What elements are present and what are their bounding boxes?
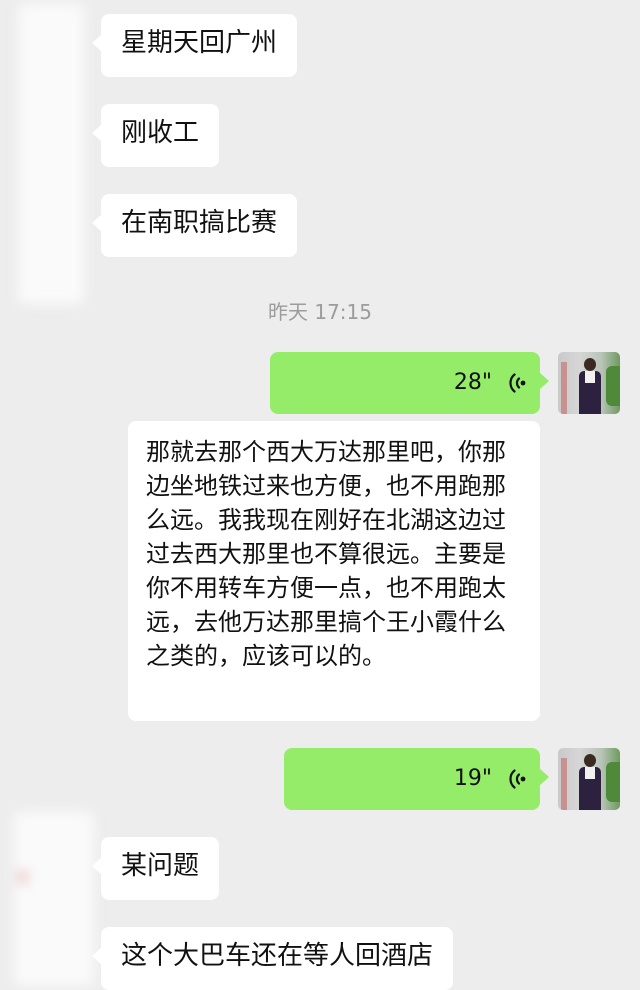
received-message-3[interactable]: 在南职搞比赛 <box>91 194 298 257</box>
avatar-person-shirt <box>585 767 595 779</box>
voice-wave-icon <box>509 373 526 393</box>
chat-timestamp: 昨天 17:15 <box>268 300 372 324</box>
avatar-background <box>561 362 567 414</box>
contact-avatar-bottom[interactable] <box>14 812 94 986</box>
voice-duration: 28" <box>453 370 492 395</box>
my-avatar[interactable] <box>558 748 620 810</box>
voice-wave-icon <box>509 769 526 789</box>
received-message-1[interactable]: 星期天回广州 <box>91 14 298 77</box>
received-message-4[interactable]: 某问题 <box>91 837 220 900</box>
voice-duration: 19" <box>453 766 492 791</box>
avatar-background-tree <box>606 762 620 802</box>
avatar-person-shirt <box>585 371 595 383</box>
voice-transcript[interactable]: 那就去那个西大万达那里吧，你那边坐地铁过来也方便，也不用跑那么远。我我现在刚好在… <box>128 421 540 721</box>
avatar-person-head <box>584 358 596 371</box>
sent-voice-message-2[interactable]: 19" <box>284 748 549 810</box>
contact-avatar-top[interactable] <box>18 4 84 304</box>
sent-voice-message-1[interactable]: 28" <box>270 352 549 414</box>
received-message-2[interactable]: 刚收工 <box>91 104 220 167</box>
avatar-background <box>561 758 567 810</box>
avatar-background-tree <box>606 366 620 406</box>
received-message-5[interactable]: 这个大巴车还在等人回酒店 <box>91 927 454 990</box>
my-avatar[interactable] <box>558 352 620 414</box>
voice-transcript-text: 那就去那个西大万达那里吧，你那边坐地铁过来也方便，也不用跑那么远。我我现在刚好在… <box>146 438 506 670</box>
avatar-person-head <box>584 754 596 767</box>
